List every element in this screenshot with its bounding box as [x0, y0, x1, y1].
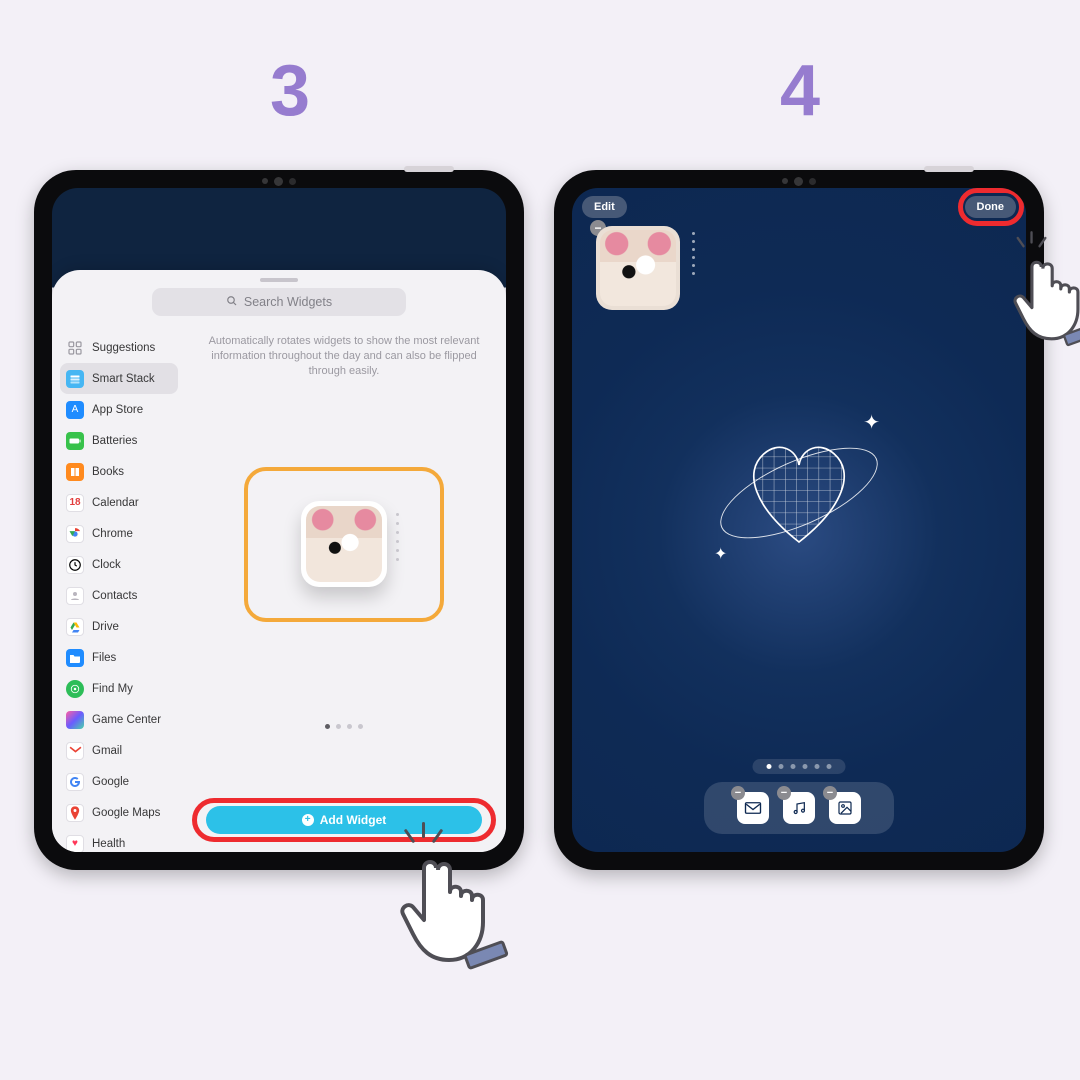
- widget-picker-screen: Search Widgets Suggestions Smart Stac: [52, 188, 506, 852]
- stack-indicator-dots: [396, 513, 399, 561]
- files-icon: [66, 649, 84, 667]
- placed-widget[interactable]: −: [596, 226, 686, 310]
- sidebar-item-label: Google: [92, 776, 129, 788]
- dock-app-photos[interactable]: −: [829, 792, 861, 824]
- sidebar-item-label: Drive: [92, 621, 119, 633]
- sidebar-item-batteries[interactable]: Batteries: [60, 425, 178, 456]
- dock: − − −: [704, 782, 894, 834]
- sidebar-item-label: Files: [92, 652, 116, 664]
- sidebar-item-label: Chrome: [92, 528, 133, 540]
- sidebar-item-label: Find My: [92, 683, 133, 695]
- remove-app-badge[interactable]: −: [777, 786, 791, 800]
- widget-description: Automatically rotates widgets to show th…: [196, 332, 492, 389]
- widget-preview-highlight: [244, 467, 444, 622]
- tap-cursor-icon: [1013, 237, 1080, 346]
- tap-cursor-icon: [400, 830, 520, 970]
- google-icon: [66, 773, 84, 791]
- books-icon: [66, 463, 84, 481]
- stack-indicator-dots: [692, 232, 695, 275]
- ipad-power-button: [404, 166, 454, 172]
- sidebar-item-label: Suggestions: [92, 342, 155, 354]
- widget-detail-pane: Automatically rotates widgets to show th…: [182, 326, 506, 852]
- sidebar-item-label: Smart Stack: [92, 373, 155, 385]
- sidebar-item-drive[interactable]: Drive: [60, 611, 178, 642]
- remove-app-badge[interactable]: −: [731, 786, 745, 800]
- sidebar-item-google[interactable]: Google: [60, 766, 178, 797]
- contacts-icon: [66, 587, 84, 605]
- done-button-highlight-ring: [958, 188, 1024, 226]
- step-number-4: 4: [780, 50, 820, 132]
- add-widget-label: Add Widget: [320, 813, 387, 827]
- edit-button[interactable]: Edit: [582, 196, 627, 218]
- drive-icon: [66, 618, 84, 636]
- sidebar-item-calendar[interactable]: 18 Calendar: [60, 487, 178, 518]
- sidebar-item-label: Game Center: [92, 714, 161, 726]
- sidebar-item-label: Health: [92, 838, 125, 850]
- search-icon: [226, 295, 238, 310]
- game-center-icon: [66, 711, 84, 729]
- step-number-3: 3: [270, 50, 310, 132]
- sidebar-item-books[interactable]: Books: [60, 456, 178, 487]
- find-my-icon: [66, 680, 84, 698]
- plus-icon: +: [302, 814, 314, 826]
- ipad-camera-notch: [554, 174, 1044, 188]
- dock-app-mail[interactable]: −: [737, 792, 769, 824]
- sidebar-item-label: Contacts: [92, 590, 137, 602]
- ipad-step-3: Search Widgets Suggestions Smart Stac: [34, 170, 524, 870]
- wallpaper-heart-graphic: ✦ ✦: [714, 408, 884, 578]
- widget-preview-image: [306, 506, 382, 582]
- ipad-power-button: [924, 166, 974, 172]
- app-store-icon: A: [66, 401, 84, 419]
- dock-app-music[interactable]: −: [783, 792, 815, 824]
- sidebar-item-files[interactable]: Files: [60, 642, 178, 673]
- calendar-icon: 18: [66, 494, 84, 512]
- home-screen-page-dots[interactable]: [753, 759, 846, 774]
- sidebar-item-suggestions[interactable]: Suggestions: [60, 332, 178, 363]
- widget-size-page-dots[interactable]: [325, 724, 363, 729]
- sidebar-item-health[interactable]: ♥ Health: [60, 828, 178, 852]
- health-icon: ♥: [66, 835, 84, 853]
- sidebar-item-chrome[interactable]: Chrome: [60, 518, 178, 549]
- sparkle-icon: ✦: [714, 544, 727, 564]
- gmail-icon: [66, 742, 84, 760]
- sidebar-item-label: Google Maps: [92, 807, 160, 819]
- smart-stack-icon: [66, 370, 84, 388]
- sidebar-item-label: App Store: [92, 404, 143, 416]
- sheet-grabber[interactable]: [260, 278, 298, 282]
- search-placeholder: Search Widgets: [244, 295, 332, 309]
- batteries-icon: [66, 432, 84, 450]
- sidebar-item-contacts[interactable]: Contacts: [60, 580, 178, 611]
- sidebar-item-google-maps[interactable]: Google Maps: [60, 797, 178, 828]
- sidebar-item-find-my[interactable]: Find My: [60, 673, 178, 704]
- ipad-camera-notch: [34, 174, 524, 188]
- sparkle-icon: ✦: [863, 410, 880, 435]
- sidebar-item-game-center[interactable]: Game Center: [60, 704, 178, 735]
- sidebar-item-smart-stack[interactable]: Smart Stack: [60, 363, 178, 394]
- widget-picker-sheet: Search Widgets Suggestions Smart Stac: [52, 270, 506, 852]
- edit-button-label: Edit: [594, 201, 615, 213]
- home-screen-edit-mode: Edit Done − ✦: [572, 188, 1026, 852]
- widget-category-sidebar[interactable]: Suggestions Smart Stack A App Store: [52, 326, 182, 852]
- sidebar-item-gmail[interactable]: Gmail: [60, 735, 178, 766]
- sidebar-item-label: Clock: [92, 559, 121, 571]
- widget-preview[interactable]: [301, 501, 387, 587]
- google-maps-icon: [66, 804, 84, 822]
- search-input[interactable]: Search Widgets: [152, 288, 406, 316]
- sidebar-item-clock[interactable]: Clock: [60, 549, 178, 580]
- sidebar-item-label: Calendar: [92, 497, 139, 509]
- ipad-step-4: Edit Done − ✦: [554, 170, 1044, 870]
- sidebar-item-app-store[interactable]: A App Store: [60, 394, 178, 425]
- clock-icon: [66, 556, 84, 574]
- placed-widget-image: [600, 230, 676, 306]
- chrome-icon: [66, 525, 84, 543]
- remove-app-badge[interactable]: −: [823, 786, 837, 800]
- suggestions-icon: [66, 339, 84, 357]
- sidebar-item-label: Books: [92, 466, 124, 478]
- sidebar-item-label: Batteries: [92, 435, 137, 447]
- sidebar-item-label: Gmail: [92, 745, 122, 757]
